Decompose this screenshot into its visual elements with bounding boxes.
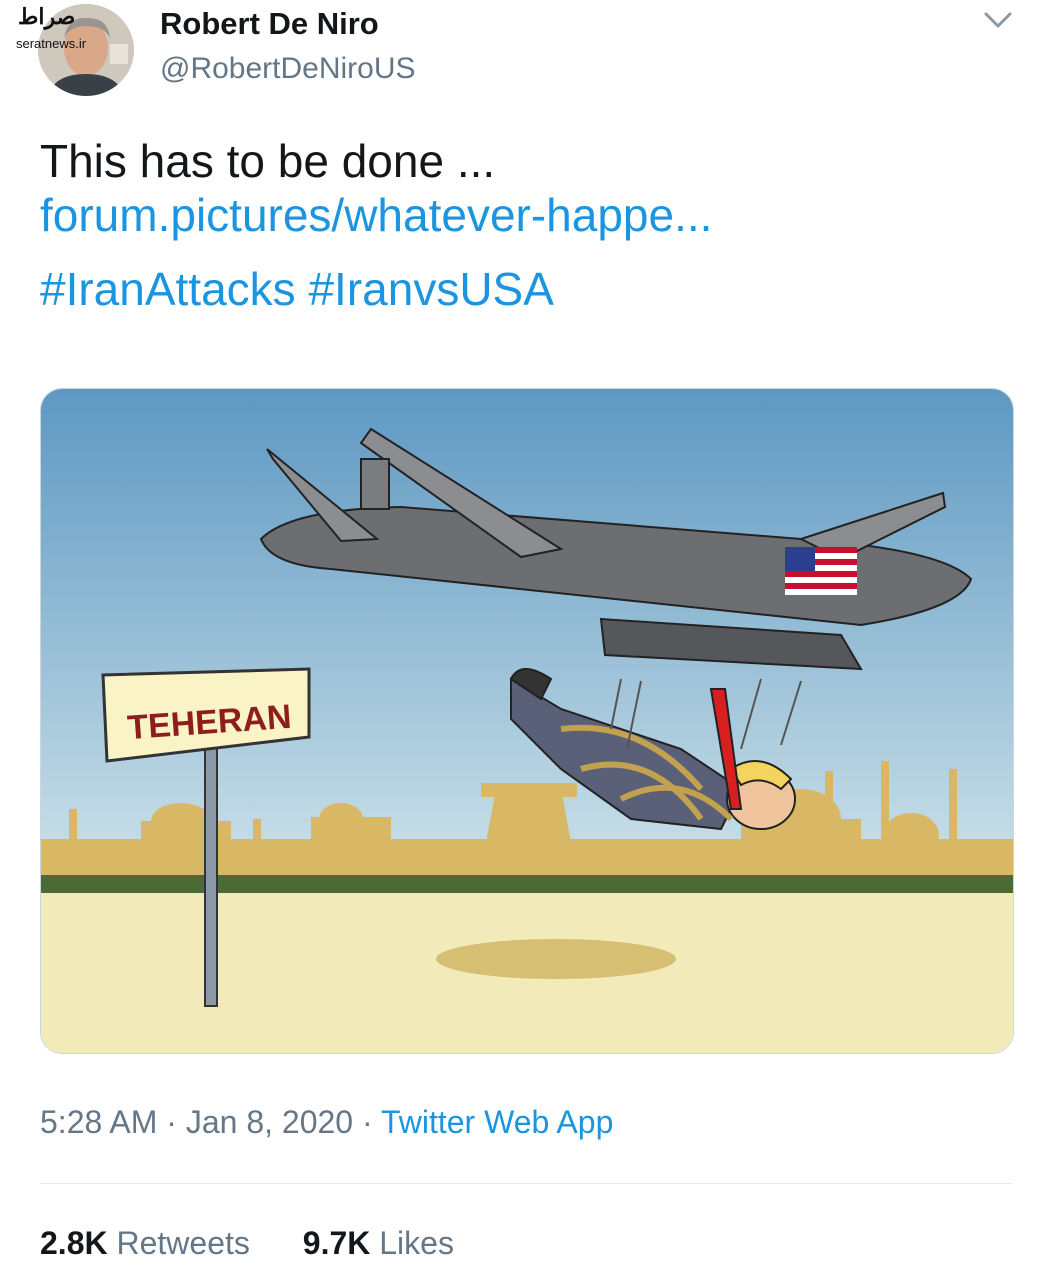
tweet-meta: 5:28 AM · Jan 8, 2020 · Twitter Web App (40, 1104, 613, 1141)
tweet-date[interactable]: Jan 8, 2020 (186, 1104, 353, 1140)
separator: · (166, 1104, 177, 1140)
tweet-menu-button[interactable] (980, 8, 1016, 32)
signpost (204, 743, 218, 1007)
us-flag-icon (785, 547, 857, 595)
tweet-text: This has to be done ... (40, 135, 496, 187)
likes-stat[interactable]: 9.7K Likes (303, 1225, 454, 1261)
likes-count: 9.7K (302, 1225, 371, 1261)
watermark-logo: صراط (18, 4, 76, 30)
tweet-time[interactable]: 5:28 AM (40, 1104, 157, 1140)
chevron-down-icon (984, 12, 1012, 28)
retweets-stat[interactable]: 2.8K Retweets (40, 1225, 250, 1261)
watermark-site: seratnews.ir (16, 36, 87, 51)
tweet-image[interactable]: TEHERAN (40, 388, 1014, 1054)
hashtags: #IranAttacks #IranvsUSA (40, 262, 554, 316)
author-name[interactable]: Robert De Niro (160, 6, 379, 42)
tweet-link[interactable]: forum.pictures/whatever-happe... (40, 188, 712, 242)
hashtag-iranvsusa[interactable]: #IranvsUSA (308, 263, 553, 315)
cartoon-illustration: TEHERAN (41, 389, 1013, 1053)
likes-label: Likes (379, 1225, 454, 1261)
retweets-count: 2.8K (40, 1225, 108, 1261)
hashtag-iranattacks[interactable]: #IranAttacks (40, 263, 296, 315)
tweet-source[interactable]: Twitter Web App (381, 1104, 613, 1140)
author-handle[interactable]: @RobertDeNiroUS (160, 52, 416, 86)
separator: · (361, 1104, 373, 1140)
watermark: صراط seratnews.ir (8, 4, 128, 51)
divider (40, 1183, 1012, 1184)
shadow (436, 939, 676, 979)
retweets-label: Retweets (116, 1225, 250, 1261)
tweet-stats: 2.8K Retweets 9.7K Likes (40, 1225, 498, 1262)
